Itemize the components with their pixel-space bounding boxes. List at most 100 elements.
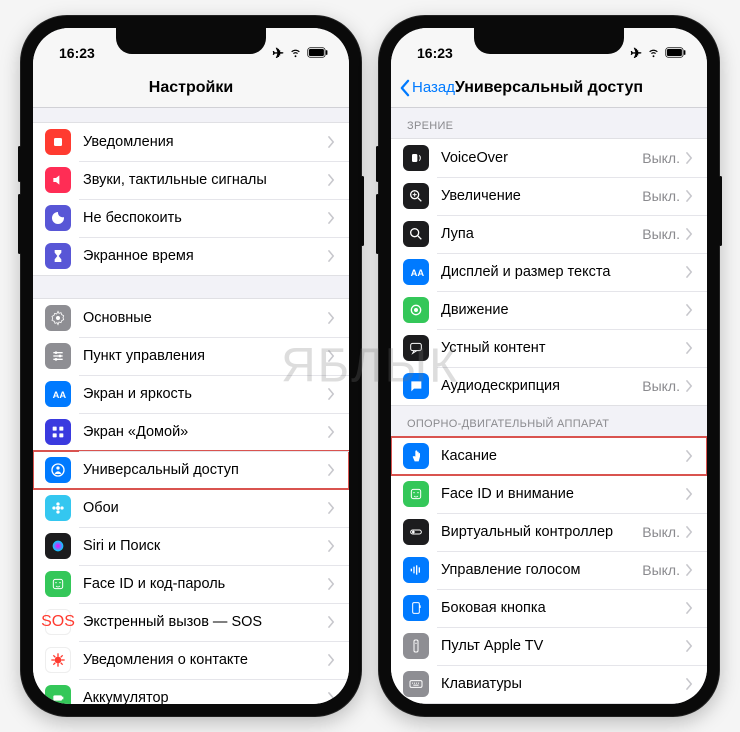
row-label: VoiceOver <box>441 150 642 166</box>
section-group: VoiceOverВыкл.УвеличениеВыкл.ЛупаВыкл.AA… <box>391 138 707 406</box>
row-value: Выкл. <box>642 150 680 166</box>
person-icon <box>45 457 71 483</box>
text-icon: AA <box>403 259 429 285</box>
nav-bar: Назад Универсальный доступ <box>391 68 707 108</box>
chevron-right-icon <box>328 540 335 552</box>
row-siri[interactable]: Siri и Поиск <box>33 527 349 565</box>
row-home-screen[interactable]: Экран «Домой» <box>33 413 349 451</box>
chevron-right-icon <box>328 388 335 400</box>
row-label: Пункт управления <box>83 348 328 364</box>
notch <box>474 28 624 54</box>
row-appletv[interactable]: Пульт Apple TV <box>391 627 707 665</box>
row-label: Экран и яркость <box>83 386 328 402</box>
row-audiodesc[interactable]: АудиодескрипцияВыкл. <box>391 367 707 405</box>
chevron-right-icon <box>686 342 693 354</box>
row-touch[interactable]: Касание <box>391 437 707 475</box>
back-button[interactable]: Назад <box>399 79 455 97</box>
row-notifications[interactable]: Уведомления <box>33 123 349 161</box>
bubble-fill-icon <box>403 373 429 399</box>
notch <box>116 28 266 54</box>
row-label: Виртуальный контроллер <box>441 524 642 540</box>
page-title: Настройки <box>149 79 233 97</box>
battery-icon <box>665 45 687 61</box>
row-label: Аудиодескрипция <box>441 378 642 394</box>
chevron-right-icon <box>686 380 693 392</box>
row-voice-control[interactable]: Управление голосомВыкл. <box>391 551 707 589</box>
section-header: ОПОРНО-ДВИГАТЕЛЬНЫЙ АППАРАТ <box>391 406 707 436</box>
row-label: Пульт Apple TV <box>441 638 686 654</box>
row-general[interactable]: Основные <box>33 299 349 337</box>
chevron-right-icon <box>328 136 335 148</box>
chevron-right-icon <box>686 152 693 164</box>
row-label: Face ID и внимание <box>441 486 686 502</box>
airplane-icon: ✈︎ <box>272 45 284 62</box>
voiceover-icon <box>403 145 429 171</box>
search-icon <box>403 221 429 247</box>
row-battery[interactable]: Аккумулятор <box>33 679 349 704</box>
chevron-right-icon <box>328 502 335 514</box>
flower-icon <box>45 495 71 521</box>
hourglass-icon <box>45 243 71 269</box>
chevron-right-icon <box>686 304 693 316</box>
row-label: Уведомления о контакте <box>83 652 328 668</box>
sos-icon: SOS <box>45 609 71 635</box>
row-label: Экранное время <box>83 248 328 264</box>
chevron-right-icon <box>328 350 335 362</box>
row-sos[interactable]: SOSЭкстренный вызов — SOS <box>33 603 349 641</box>
switch-icon <box>403 519 429 545</box>
row-accessibility[interactable]: Универсальный доступ <box>33 451 349 489</box>
row-exposure[interactable]: Уведомления о контакте <box>33 641 349 679</box>
row-face-attention[interactable]: Face ID и внимание <box>391 475 707 513</box>
chevron-right-icon <box>328 464 335 476</box>
motion-icon <box>403 297 429 323</box>
row-faceid[interactable]: Face ID и код-пароль <box>33 565 349 603</box>
grid-icon <box>45 419 71 445</box>
face-icon <box>403 481 429 507</box>
row-switch-control[interactable]: Виртуальный контроллерВыкл. <box>391 513 707 551</box>
voice-icon <box>403 557 429 583</box>
chevron-right-icon <box>686 640 693 652</box>
page-title: Универсальный доступ <box>455 79 643 97</box>
row-dnd[interactable]: Не беспокоить <box>33 199 349 237</box>
chevron-right-icon <box>686 602 693 614</box>
row-label: Универсальный доступ <box>83 462 328 478</box>
battery-icon <box>45 685 71 704</box>
row-voiceover[interactable]: VoiceOverВыкл. <box>391 139 707 177</box>
row-label: Экран «Домой» <box>83 424 328 440</box>
bubble-icon <box>403 335 429 361</box>
bell-icon <box>45 129 71 155</box>
chevron-right-icon <box>686 228 693 240</box>
chevron-right-icon <box>686 564 693 576</box>
row-label: Движение <box>441 302 686 318</box>
chevron-right-icon <box>328 578 335 590</box>
row-magnifier[interactable]: ЛупаВыкл. <box>391 215 707 253</box>
row-text-size[interactable]: AAДисплей и размер текста <box>391 253 707 291</box>
covid-icon <box>45 647 71 673</box>
sliders-icon <box>45 343 71 369</box>
row-sounds[interactable]: Звуки, тактильные сигналы <box>33 161 349 199</box>
row-display[interactable]: AAЭкран и яркость <box>33 375 349 413</box>
row-label: Боковая кнопка <box>441 600 686 616</box>
row-screentime[interactable]: Экранное время <box>33 237 349 275</box>
row-zoom[interactable]: УвеличениеВыкл. <box>391 177 707 215</box>
row-control-center[interactable]: Пункт управления <box>33 337 349 375</box>
speaker-icon <box>45 167 71 193</box>
status-time: 16:23 <box>59 45 95 61</box>
row-value: Выкл. <box>642 524 680 540</box>
row-motion[interactable]: Движение <box>391 291 707 329</box>
zoom-icon <box>403 183 429 209</box>
side-icon <box>403 595 429 621</box>
row-value: Выкл. <box>642 562 680 578</box>
row-wallpaper[interactable]: Обои <box>33 489 349 527</box>
keyboard-icon <box>403 671 429 697</box>
row-label: Не беспокоить <box>83 210 328 226</box>
chevron-right-icon <box>328 250 335 262</box>
phone-right: 16:23 ✈︎ Назад Универсальный доступ ЗРЕН… <box>379 16 719 716</box>
row-side-button[interactable]: Боковая кнопка <box>391 589 707 627</box>
row-keyboards[interactable]: Клавиатуры <box>391 665 707 703</box>
chevron-right-icon <box>328 426 335 438</box>
settings-list[interactable]: УведомленияЗвуки, тактильные сигналы Не б… <box>33 108 349 704</box>
battery-icon <box>307 45 329 61</box>
accessibility-list[interactable]: ЗРЕНИЕVoiceOverВыкл.УвеличениеВыкл.ЛупаВ… <box>391 108 707 704</box>
row-spoken[interactable]: Устный контент <box>391 329 707 367</box>
